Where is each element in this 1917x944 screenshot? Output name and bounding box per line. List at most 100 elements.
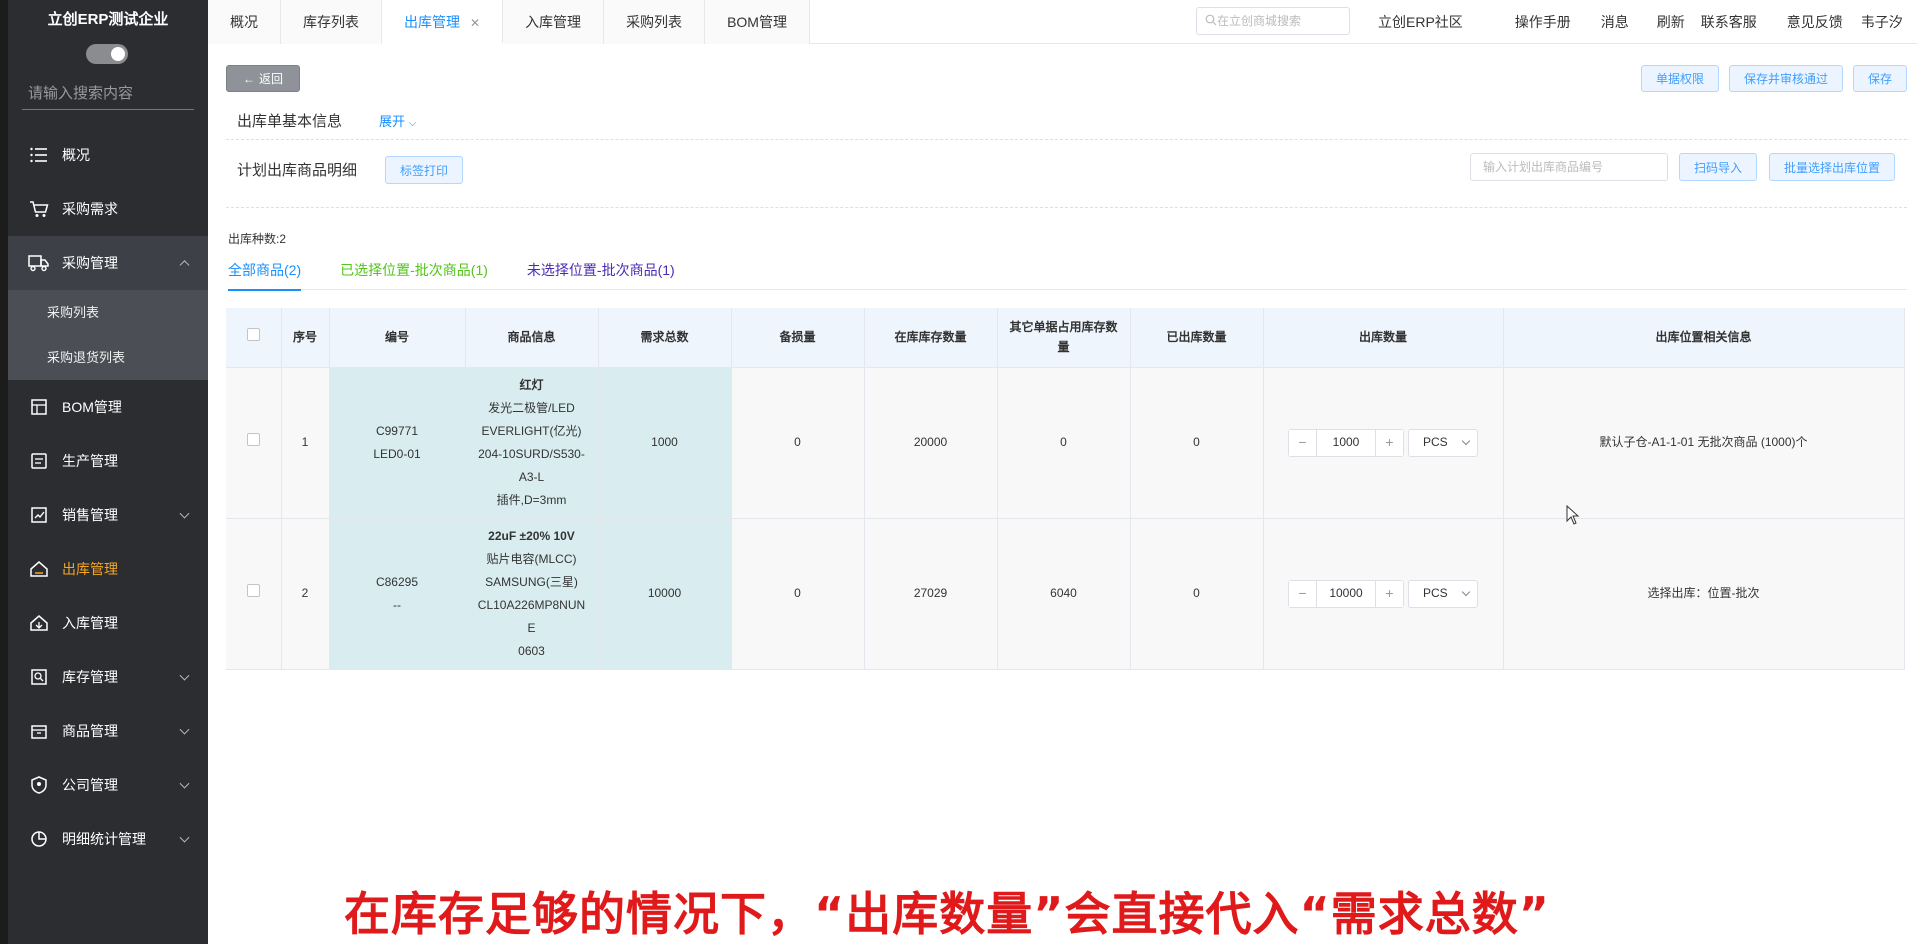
tab-outbound[interactable]: 出库管理 ✕ [382, 0, 504, 44]
table-row: 1 C99771 LED0-01 红灯 发光二极管/LED EVERLIGHT(… [226, 366, 1905, 518]
sidebar-item-inbound[interactable]: 入库管理 [8, 596, 208, 650]
sidebar-item-company[interactable]: 公司管理 [8, 758, 208, 812]
unit-select[interactable]: PCS [1408, 579, 1478, 608]
sidebar-search [22, 78, 248, 110]
sidebar-item-label: 库存管理 [62, 669, 118, 685]
column-header: 出库位置相关信息 [1503, 308, 1905, 367]
tab-all-products[interactable]: 全部商品(2) [228, 260, 302, 291]
link-support[interactable]: 联系客服 [1701, 12, 1757, 32]
column-header: 其它单据占用库存数量 [997, 308, 1131, 367]
product-code-secondary: LED0-01 [373, 446, 421, 461]
location-info-link[interactable]: 默认子仓-A1-1-01 无批次商品 (1000)个 [1503, 366, 1905, 518]
column-header: 序号 [281, 308, 330, 367]
chevron-down-icon [179, 832, 190, 843]
label-print-button[interactable]: 标签打印 [385, 156, 464, 184]
mall-search-input[interactable] [1217, 14, 1337, 28]
top-links: 立创ERP社区 操作手册 消息 刷新 联系客服 意见反馈 韦子汐 [1378, 0, 1903, 44]
link-refresh[interactable]: 刷新 [1657, 12, 1685, 32]
sidebar-item-overview[interactable]: 概况 [8, 128, 208, 182]
select-all-cell [226, 308, 282, 367]
tab-located-products[interactable]: 已选择位置-批次商品(1) [340, 260, 488, 290]
chevron-down-icon [179, 778, 190, 789]
sidebar-item-purchase-mgmt[interactable]: 采购管理 [8, 236, 208, 290]
select-all-checkbox[interactable] [246, 328, 260, 342]
theme-toggle[interactable] [86, 44, 128, 64]
sidebar-item-label: 采购需求 [62, 201, 118, 217]
sidebar-subitem-purchase-list[interactable]: 采购列表 [8, 290, 208, 335]
quantity-stepper: − 1000 + [1288, 428, 1404, 457]
row-select-cell [226, 366, 282, 518]
link-feedback[interactable]: 意见反馈 [1787, 12, 1843, 32]
outbound-qty-cell: − 1000 + PCS [1263, 366, 1504, 518]
product-code-secondary: -- [393, 597, 401, 612]
expand-label: 展开 [379, 114, 406, 129]
product-name: 22uF ±20% 10V [488, 528, 575, 543]
inbound-icon [28, 612, 50, 634]
sidebar-item-statistics[interactable]: 明细统计管理 [8, 812, 208, 866]
back-button[interactable]: ← 返回 [226, 65, 300, 92]
close-icon[interactable]: ✕ [470, 16, 480, 30]
inventory-icon [28, 666, 50, 688]
product-brand: EVERLIGHT(亿光) [481, 423, 582, 438]
tab-label: 采购列表 [626, 14, 683, 30]
sidebar-item-outbound[interactable]: 出库管理 [8, 542, 208, 596]
chevron-down-icon: ⌵ [408, 118, 417, 129]
tab-inbound[interactable]: 入库管理 [503, 0, 605, 44]
unit-select[interactable]: PCS [1408, 428, 1478, 457]
tab-unlocated-products[interactable]: 未选择位置-批次商品(1) [527, 260, 675, 290]
tab-inventory-list[interactable]: 库存列表 [281, 0, 382, 44]
column-header: 商品信息 [465, 308, 599, 367]
tab-label: 库存列表 [303, 14, 359, 30]
select-location-link[interactable]: 选择出库：位置-批次 [1503, 517, 1905, 670]
product-package: 插件,D=3mm [496, 492, 567, 507]
batch-location-button[interactable]: 批量选择出库位置 [1769, 153, 1896, 181]
pie-chart-icon [28, 828, 50, 850]
sidebar-item-products[interactable]: 商品管理 [8, 704, 208, 758]
quantity-input[interactable]: 1000 [1317, 431, 1375, 454]
tab-overview[interactable]: 概况 [208, 0, 281, 44]
sidebar-item-sales[interactable]: 销售管理 [8, 488, 208, 542]
loss-qty: 0 [731, 366, 865, 518]
sidebar-item-inventory[interactable]: 库存管理 [8, 650, 208, 704]
tab-purchase-list[interactable]: 采购列表 [604, 0, 706, 44]
permission-button[interactable]: 单据权限 [1640, 65, 1719, 92]
increment-button[interactable]: + [1375, 429, 1403, 456]
shipped-qty: 0 [1130, 517, 1264, 670]
occupied-qty-link[interactable]: 6040 [997, 517, 1131, 670]
row-select-cell [226, 517, 282, 670]
cart-icon [28, 198, 50, 220]
table-header: 序号 编号 商品信息 需求总数 备损量 在库库存数量 其它单据占用库存数量 已出… [226, 308, 1905, 367]
expand-toggle[interactable]: 展开 ⌵ [379, 111, 416, 130]
product-name: 红灯 [519, 377, 544, 392]
occupied-qty-link[interactable]: 0 [997, 366, 1131, 518]
user-name[interactable]: 韦子汐 [1861, 12, 1903, 32]
sidebar-item-label: 概况 [62, 147, 90, 163]
product-code-cell: C86295 -- [329, 517, 466, 670]
increment-button[interactable]: + [1375, 580, 1403, 607]
column-header: 需求总数 [598, 308, 732, 367]
tab-bom[interactable]: BOM管理 [705, 0, 810, 44]
sidebar-item-bom[interactable]: BOM管理 [8, 380, 208, 434]
product-code: C99771 [375, 423, 419, 438]
save-button[interactable]: 保存 [1852, 65, 1907, 92]
link-community[interactable]: 立创ERP社区 [1378, 12, 1463, 32]
search-icon [1205, 14, 1217, 29]
link-messages[interactable]: 消息 [1601, 12, 1629, 32]
chevron-down-icon [179, 670, 190, 681]
scan-import-button[interactable]: 扫码导入 [1679, 153, 1758, 181]
link-manual[interactable]: 操作手册 [1515, 12, 1571, 32]
decrement-button[interactable]: − [1289, 429, 1317, 456]
product-info-cell: 红灯 发光二极管/LED EVERLIGHT(亿光) 204-10SURD/S5… [465, 366, 599, 518]
sidebar-subitem-purchase-return[interactable]: 采购退货列表 [8, 335, 208, 380]
product-code-input[interactable] [1470, 153, 1668, 181]
product-model: 204-10SURD/S530- [478, 446, 585, 461]
row-checkbox[interactable] [246, 584, 260, 597]
tab-label: 入库管理 [525, 14, 582, 30]
sidebar-search-input[interactable] [22, 85, 227, 102]
sidebar-item-purchase-demand[interactable]: 采购需求 [8, 182, 208, 236]
decrement-button[interactable]: − [1289, 580, 1317, 607]
quantity-input[interactable]: 10000 [1317, 582, 1375, 605]
save-approve-button[interactable]: 保存并审核通过 [1728, 65, 1843, 92]
row-checkbox[interactable] [246, 433, 260, 446]
sidebar-item-production[interactable]: 生产管理 [8, 434, 208, 488]
